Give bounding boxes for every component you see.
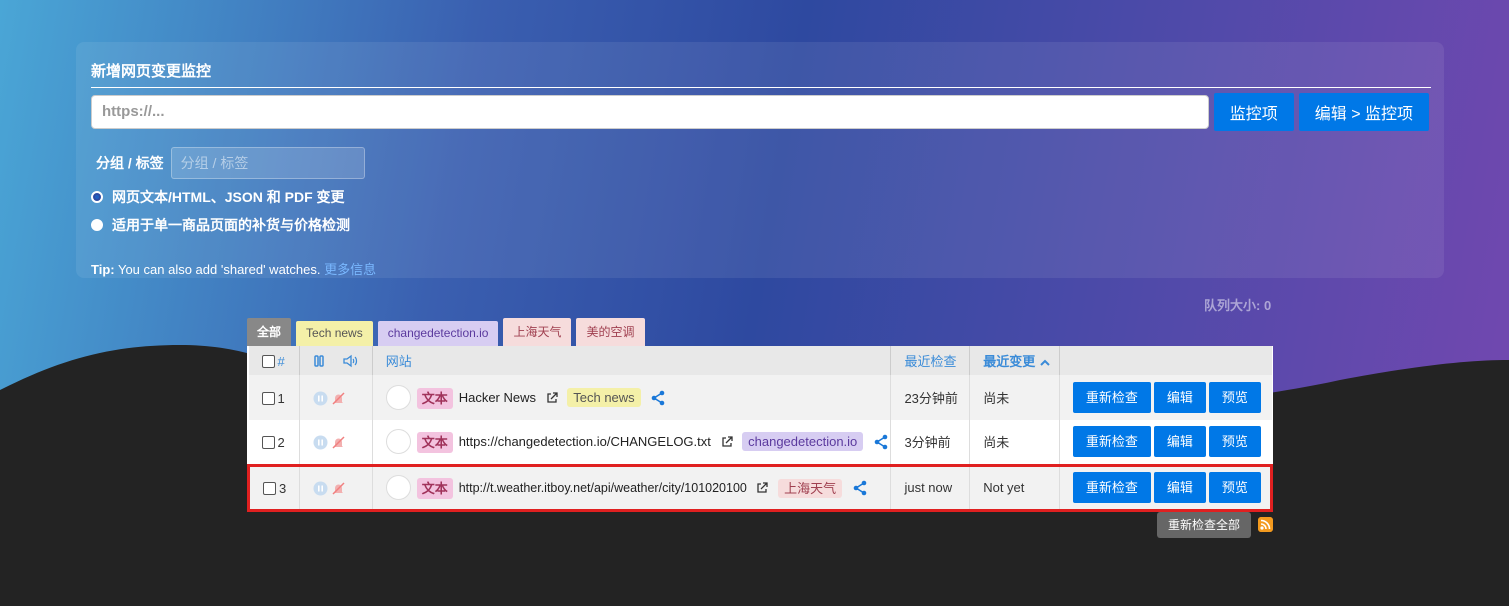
header-controls bbox=[299, 346, 373, 375]
external-link-icon[interactable] bbox=[756, 481, 769, 494]
table-row: 1 文本 Hacker News Tech news 23分钟前 尚未 重新检查编… bbox=[248, 375, 1272, 420]
header-last-changed-label: 最近变更 bbox=[983, 354, 1036, 369]
radio-label-text: 网页文本/HTML、JSON 和 PDF 变更 bbox=[112, 189, 345, 205]
row-num: 3 bbox=[279, 480, 287, 496]
rss-icon[interactable] bbox=[1258, 517, 1273, 532]
tab-midea-ac[interactable]: 美的空调 bbox=[576, 318, 645, 346]
radio-text-html[interactable]: 网页文本/HTML、JSON 和 PDF 变更 bbox=[91, 187, 1429, 207]
row-tag[interactable]: changedetection.io bbox=[742, 432, 864, 452]
tag-tabs: 全部 Tech news changedetection.io 上海天气 美的空… bbox=[247, 318, 650, 346]
recheck-all-button[interactable]: 重新检查全部 bbox=[1157, 512, 1252, 538]
type-badge: 文本 bbox=[416, 478, 453, 499]
table-row: 2 文本 https://changedetection.io/CHANGELOG… bbox=[248, 420, 1272, 465]
external-link-icon[interactable] bbox=[546, 391, 558, 404]
group-label: 分组 / 标签 bbox=[96, 155, 164, 171]
add-watch-panel: 新增网页变更监控 https://... 监控项 编辑 > 监控项 分组 / 标… bbox=[76, 42, 1444, 278]
type-badge: 文本 bbox=[416, 388, 453, 409]
external-link-icon[interactable] bbox=[721, 436, 733, 448]
tip-prefix: Tip: bbox=[91, 262, 115, 277]
radio-icon-unchecked[interactable] bbox=[91, 219, 103, 231]
recheck-button[interactable]: 重新检查 bbox=[1072, 426, 1151, 458]
edit-button[interactable]: 编辑 bbox=[1153, 472, 1206, 503]
row-checkbox[interactable] bbox=[263, 481, 276, 495]
recheck-button[interactable]: 重新检查 bbox=[1072, 382, 1151, 413]
pause-icon[interactable] bbox=[313, 435, 328, 450]
last-checked: 3分钟前 bbox=[890, 420, 971, 465]
url-input[interactable]: https://... bbox=[91, 95, 1209, 129]
row-checkbox[interactable] bbox=[261, 391, 275, 405]
last-checked: 23分钟前 bbox=[890, 375, 971, 420]
header-num: # bbox=[277, 353, 285, 369]
table-row-highlighted: 3 文本 http://t.weather.itboy.net/api/weath… bbox=[247, 463, 1274, 512]
preview-button[interactable]: 预览 bbox=[1208, 382, 1261, 413]
last-changed: 尚未 bbox=[969, 420, 1060, 465]
site-link[interactable]: http://t.weather.itboy.net/api/weather/c… bbox=[459, 481, 747, 495]
row-num: 2 bbox=[277, 434, 285, 450]
watch-table: # 网站 最近检查 最近变更 1 文本 Hacker News Tech news… bbox=[247, 346, 1274, 512]
tip-body: You can also add 'shared' watches. bbox=[114, 262, 325, 277]
radio-icon-checked[interactable] bbox=[91, 191, 103, 203]
last-changed: 尚未 bbox=[969, 375, 1060, 420]
more-info-link[interactable]: 更多信息 bbox=[324, 262, 376, 277]
site-link[interactable]: https://changedetection.io/CHANGELOG.txt bbox=[459, 434, 711, 449]
tab-all[interactable]: 全部 bbox=[247, 318, 292, 346]
site-link[interactable]: Hacker News bbox=[459, 390, 536, 405]
favicon bbox=[385, 429, 411, 455]
row-checkbox[interactable] bbox=[261, 435, 275, 449]
share-icon[interactable] bbox=[852, 480, 868, 496]
tab-shanghai-weather[interactable]: 上海天气 bbox=[503, 318, 572, 346]
pause-icon[interactable] bbox=[313, 391, 328, 406]
share-icon[interactable] bbox=[650, 390, 666, 406]
watch-button[interactable]: 监控项 bbox=[1213, 93, 1294, 131]
header-actions bbox=[1059, 346, 1272, 375]
edit-button[interactable]: 编辑 bbox=[1153, 382, 1206, 413]
mute-bell-icon[interactable] bbox=[331, 391, 346, 406]
tip-text: Tip: You can also add 'shared' watches. … bbox=[91, 259, 1429, 278]
favicon bbox=[385, 475, 411, 500]
preview-button[interactable]: 预览 bbox=[1208, 472, 1261, 503]
favicon bbox=[385, 385, 411, 410]
sort-up-icon bbox=[1040, 359, 1050, 366]
pause-icon[interactable] bbox=[313, 481, 328, 496]
radio-restock-price[interactable]: 适用于单一商品页面的补货与价格检测 bbox=[91, 215, 1429, 235]
share-icon[interactable] bbox=[873, 434, 889, 450]
header-last-changed[interactable]: 最近变更 bbox=[969, 346, 1060, 375]
radio-label-restock: 适用于单一商品页面的补货与价格检测 bbox=[112, 217, 350, 233]
recheck-button[interactable]: 重新检查 bbox=[1072, 472, 1151, 503]
tab-tech-news[interactable]: Tech news bbox=[296, 321, 373, 346]
row-num: 1 bbox=[277, 390, 285, 406]
mute-bell-icon[interactable] bbox=[331, 435, 346, 450]
last-changed: Not yet bbox=[969, 463, 1060, 512]
header-site[interactable]: 网站 bbox=[372, 346, 892, 375]
mute-bell-icon[interactable] bbox=[331, 481, 346, 496]
queue-size: 队列大小: 0 bbox=[1204, 298, 1272, 313]
panel-title: 新增网页变更监控 bbox=[91, 60, 1431, 88]
preview-button[interactable]: 预览 bbox=[1208, 426, 1261, 458]
row-tag[interactable]: Tech news bbox=[567, 388, 641, 407]
edit-watch-button[interactable]: 编辑 > 监控项 bbox=[1298, 93, 1429, 131]
edit-button[interactable]: 编辑 bbox=[1153, 426, 1206, 458]
row-tag[interactable]: 上海天气 bbox=[778, 479, 843, 498]
pause-all-icon[interactable] bbox=[313, 354, 325, 368]
type-badge: 文本 bbox=[416, 432, 453, 454]
last-checked: just now bbox=[890, 463, 971, 512]
header-last-checked[interactable]: 最近检查 bbox=[890, 346, 971, 375]
header-select: # bbox=[248, 346, 300, 375]
group-input[interactable]: 分组 / 标签 bbox=[170, 147, 365, 179]
tab-changedetection[interactable]: changedetection.io bbox=[377, 321, 499, 346]
select-all-checkbox[interactable] bbox=[261, 354, 275, 368]
mute-all-icon[interactable] bbox=[342, 354, 358, 368]
